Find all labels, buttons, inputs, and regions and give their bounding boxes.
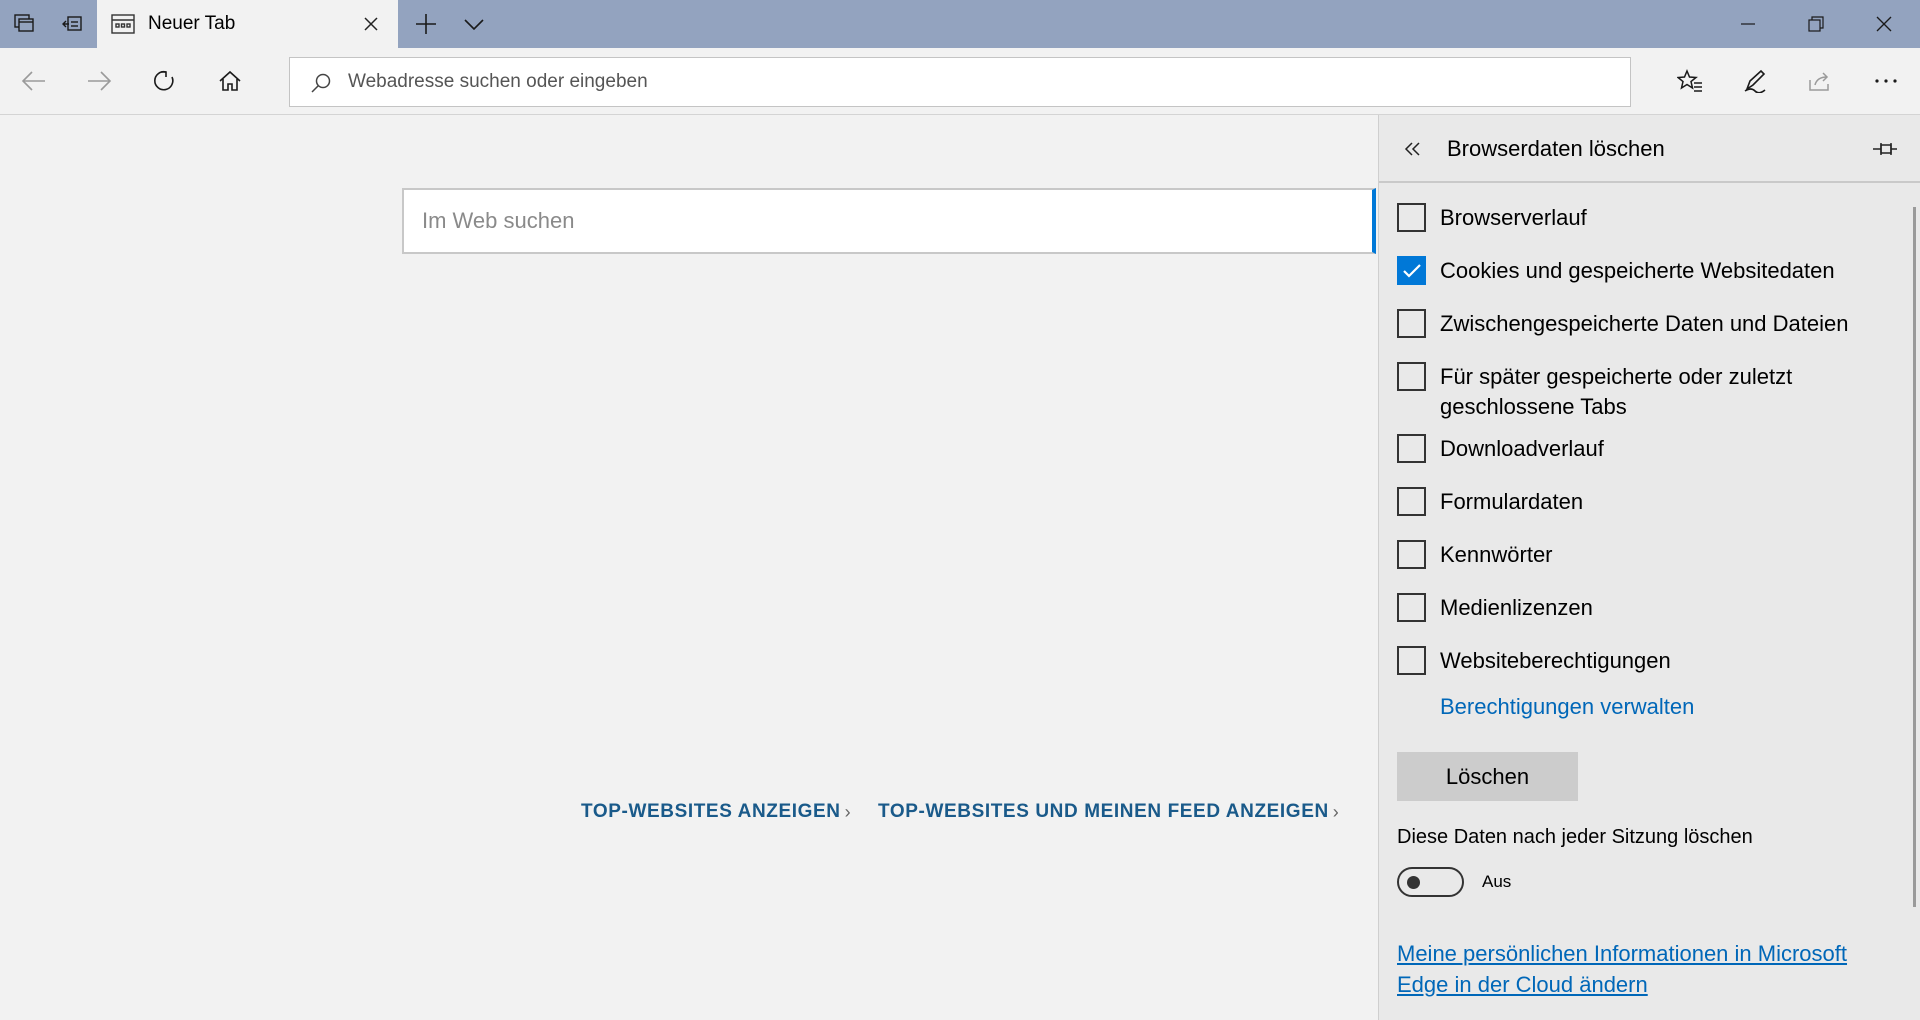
checkbox-row[interactable]: Websiteberechtigungen — [1397, 646, 1877, 676]
checkbox-label: Browserverlauf — [1440, 205, 1587, 230]
home-button[interactable] — [206, 57, 254, 105]
tab-page-icon — [111, 14, 135, 34]
checkbox[interactable] — [1397, 362, 1426, 391]
chevron-right-icon: › — [844, 801, 852, 822]
tab-title: Neuer Tab — [148, 13, 236, 34]
panel-scrollbar[interactable] — [1913, 207, 1916, 907]
web-search-input[interactable] — [404, 190, 1372, 252]
tabs-aside-button[interactable] — [0, 0, 48, 48]
checkbox-label: Websiteberechtigungen — [1440, 648, 1671, 673]
checkbox-label: Formulardaten — [1440, 489, 1584, 514]
close-icon — [364, 17, 378, 31]
pin-panel-button[interactable] — [1871, 135, 1899, 163]
forward-button[interactable] — [75, 57, 123, 105]
checkbox[interactable] — [1397, 309, 1426, 338]
checkbox-row[interactable]: Browserverlauf — [1397, 203, 1877, 233]
checkbox-row[interactable]: Für später gespeicherte oder zuletzt ges… — [1397, 362, 1877, 422]
chevron-right-icon: › — [1332, 801, 1340, 822]
checkbox-label: Medienlizenzen — [1440, 595, 1593, 620]
minimize-icon — [1741, 23, 1755, 25]
forward-arrow-icon — [88, 71, 112, 91]
refresh-button[interactable] — [141, 57, 189, 105]
clear-browsing-data-panel: Browserdaten löschen Browserverlauf Cooki… — [1378, 115, 1920, 1020]
address-input[interactable] — [348, 58, 1608, 106]
checkbox[interactable] — [1397, 646, 1426, 675]
clear-on-close-toggle[interactable] — [1397, 867, 1464, 897]
favorites-button[interactable] — [1666, 57, 1714, 105]
pen-icon — [1744, 69, 1766, 93]
tab-preview-button[interactable] — [450, 0, 498, 48]
top-sites-feed-link-label: TOP-WEBSITES UND MEINEN FEED ANZEIGEN — [878, 801, 1329, 822]
checkbox-label: Zwischengespeicherte Daten und Dateien — [1440, 311, 1849, 336]
checkbox-row[interactable]: Downloadverlauf — [1397, 434, 1877, 464]
checkbox-row[interactable]: Zwischengespeicherte Daten und Dateien — [1397, 309, 1877, 339]
search-icon — [311, 73, 331, 93]
more-button[interactable] — [1862, 57, 1910, 105]
window-close-button[interactable] — [1850, 0, 1918, 48]
clear-on-close-label: Diese Daten nach jeder Sitzung löschen — [1397, 826, 1753, 848]
clear-button[interactable]: Löschen — [1397, 752, 1578, 801]
restore-icon — [1808, 16, 1824, 32]
checkbox[interactable] — [1397, 434, 1426, 463]
title-bar: Neuer Tab — [0, 0, 1920, 48]
cloud-info-link[interactable]: Meine persönlichen Informationen in Micr… — [1397, 938, 1887, 1000]
checkbox-row[interactable]: Kennwörter — [1397, 540, 1877, 570]
share-button[interactable] — [1796, 57, 1844, 105]
double-chevron-left-icon — [1404, 142, 1420, 156]
set-aside-tabs-button[interactable] — [48, 0, 96, 48]
web-search-box[interactable] — [402, 188, 1376, 254]
panel-title: Browserdaten löschen — [1447, 136, 1665, 161]
minimize-button[interactable] — [1714, 0, 1782, 48]
new-tab-button[interactable] — [402, 0, 450, 48]
top-sites-link[interactable]: TOP-WEBSITES ANZEIGEN › — [581, 801, 851, 823]
tab-new-tab[interactable]: Neuer Tab — [97, 0, 398, 48]
toggle-state-label: Aus — [1482, 872, 1512, 891]
back-arrow-icon — [21, 71, 45, 91]
checkbox-label: Für später gespeicherte oder zuletzt ges… — [1440, 364, 1793, 419]
address-bar[interactable] — [289, 57, 1631, 107]
checkbox-row[interactable]: Formulardaten — [1397, 487, 1877, 517]
checkbox[interactable] — [1397, 593, 1426, 622]
checkbox-label: Cookies und gespeicherte Websitedaten — [1440, 258, 1835, 283]
back-button[interactable] — [10, 57, 58, 105]
checkbox-label: Downloadverlauf — [1440, 436, 1604, 461]
set-aside-tabs-icon — [62, 16, 82, 31]
toolbar — [0, 48, 1920, 115]
plus-icon — [416, 14, 436, 34]
checkmark-icon — [1402, 263, 1421, 278]
top-sites-feed-link[interactable]: TOP-WEBSITES UND MEINEN FEED ANZEIGEN › — [878, 801, 1339, 823]
tab-close-button[interactable] — [361, 14, 381, 34]
checkbox-checked[interactable] — [1397, 256, 1426, 285]
toggle-knob — [1407, 876, 1420, 889]
web-note-button[interactable] — [1731, 57, 1779, 105]
favorites-star-icon — [1677, 69, 1702, 92]
panel-header: Browserdaten löschen — [1379, 115, 1920, 183]
close-icon — [1876, 16, 1892, 32]
more-icon — [1875, 79, 1897, 83]
checkbox[interactable] — [1397, 203, 1426, 232]
checkbox-row[interactable]: Medienlizenzen — [1397, 593, 1877, 623]
pin-icon — [1873, 143, 1897, 155]
checkbox[interactable] — [1397, 487, 1426, 516]
checkbox-label: Kennwörter — [1440, 542, 1553, 567]
tabs-aside-icon — [14, 14, 34, 32]
chevron-down-icon — [464, 19, 484, 31]
manage-permissions-link[interactable]: Berechtigungen verwalten — [1440, 694, 1694, 720]
home-icon — [219, 70, 241, 91]
checkbox[interactable] — [1397, 540, 1426, 569]
restore-button[interactable] — [1782, 0, 1850, 48]
checkbox-row[interactable]: Cookies und gespeicherte Websitedaten — [1397, 256, 1877, 286]
panel-back-button[interactable] — [1399, 135, 1427, 163]
share-icon — [1809, 72, 1829, 91]
refresh-icon — [154, 70, 174, 91]
top-sites-link-label: TOP-WEBSITES ANZEIGEN — [581, 801, 841, 822]
